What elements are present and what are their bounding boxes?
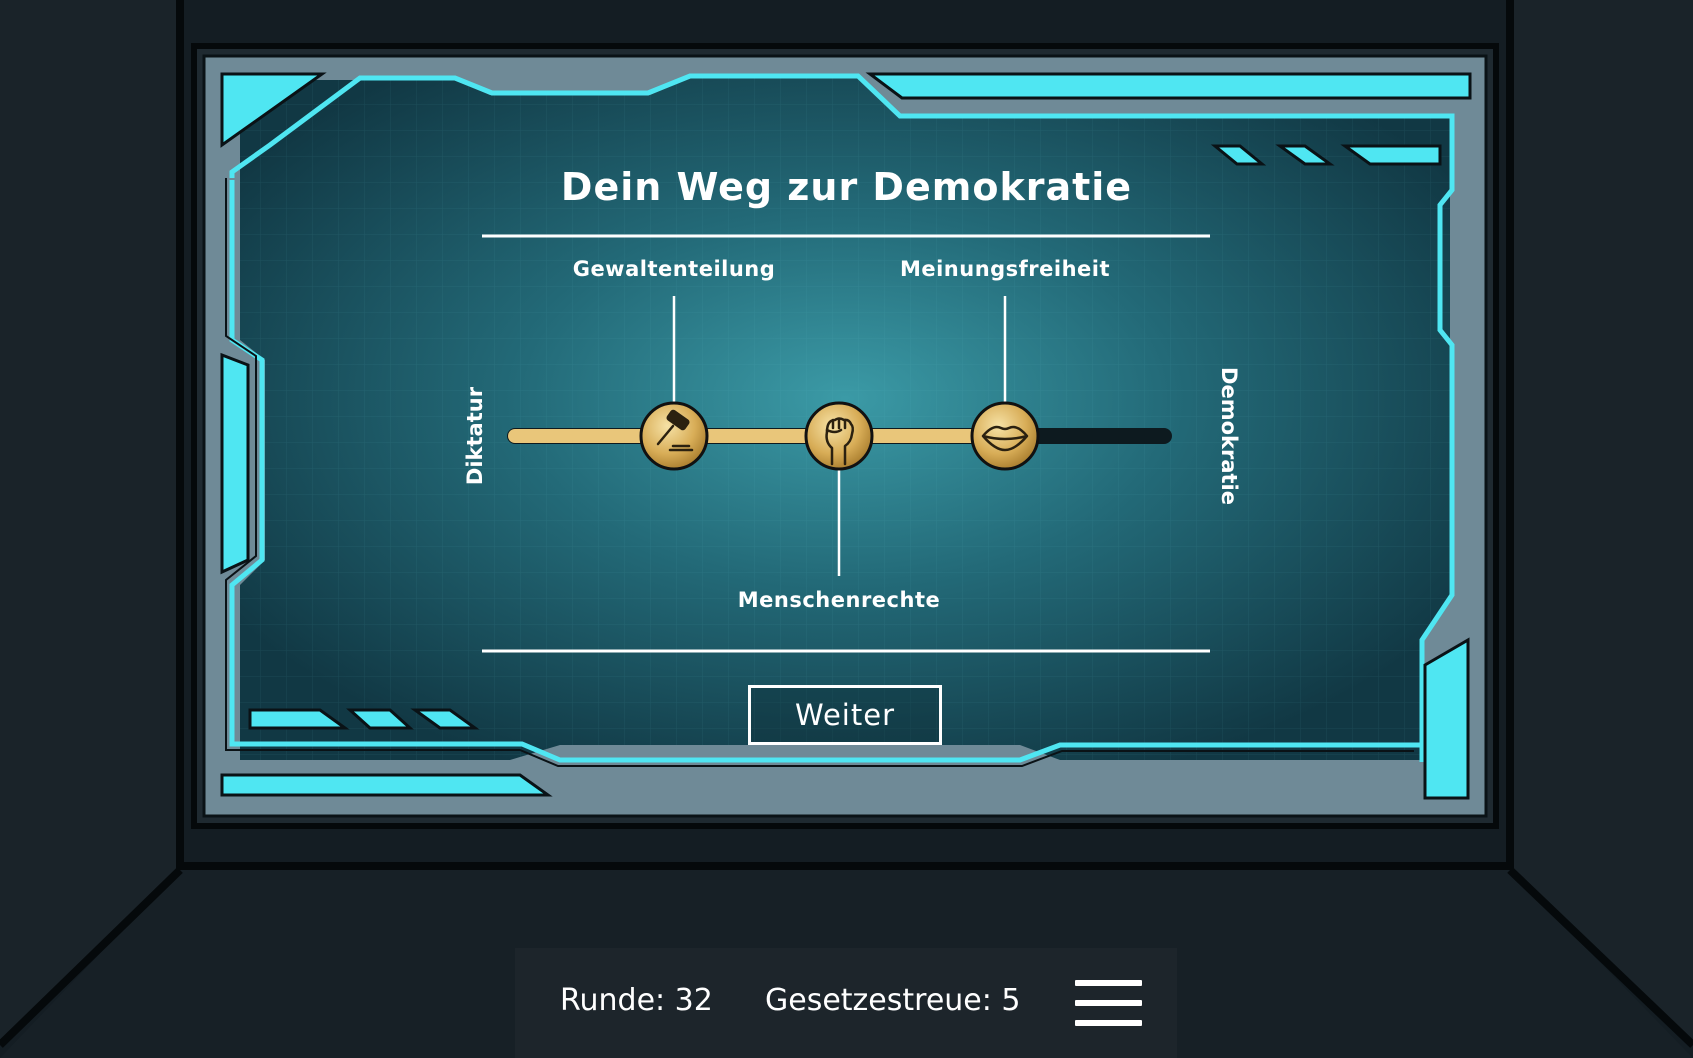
milestone-label-menschenrechte: Menschenrechte — [737, 588, 941, 612]
status-bar: Runde: 32 Gesetzestreue: 5 — [515, 948, 1177, 1058]
progress-track — [507, 401, 1172, 471]
milestone-fist — [804, 401, 874, 471]
milestone-label-gewaltenteilung: Gewaltenteilung — [572, 257, 776, 281]
milestone-label-meinungsfreiheit: Meinungsfreiheit — [899, 257, 1111, 281]
continue-button[interactable]: Weiter — [748, 685, 942, 745]
pole-label-diktatur: Diktatur — [463, 386, 487, 486]
pole-label-demokratie: Demokratie — [1217, 367, 1241, 505]
page-title: Dein Weg zur Demokratie — [560, 165, 1133, 209]
law-abidance-counter: Gesetzestreue: 5 — [765, 983, 1021, 1018]
round-counter: Runde: 32 — [560, 983, 713, 1018]
hamburger-menu-icon[interactable] — [1075, 980, 1145, 1028]
milestone-lips — [970, 401, 1040, 471]
milestone-gavel — [639, 401, 709, 471]
